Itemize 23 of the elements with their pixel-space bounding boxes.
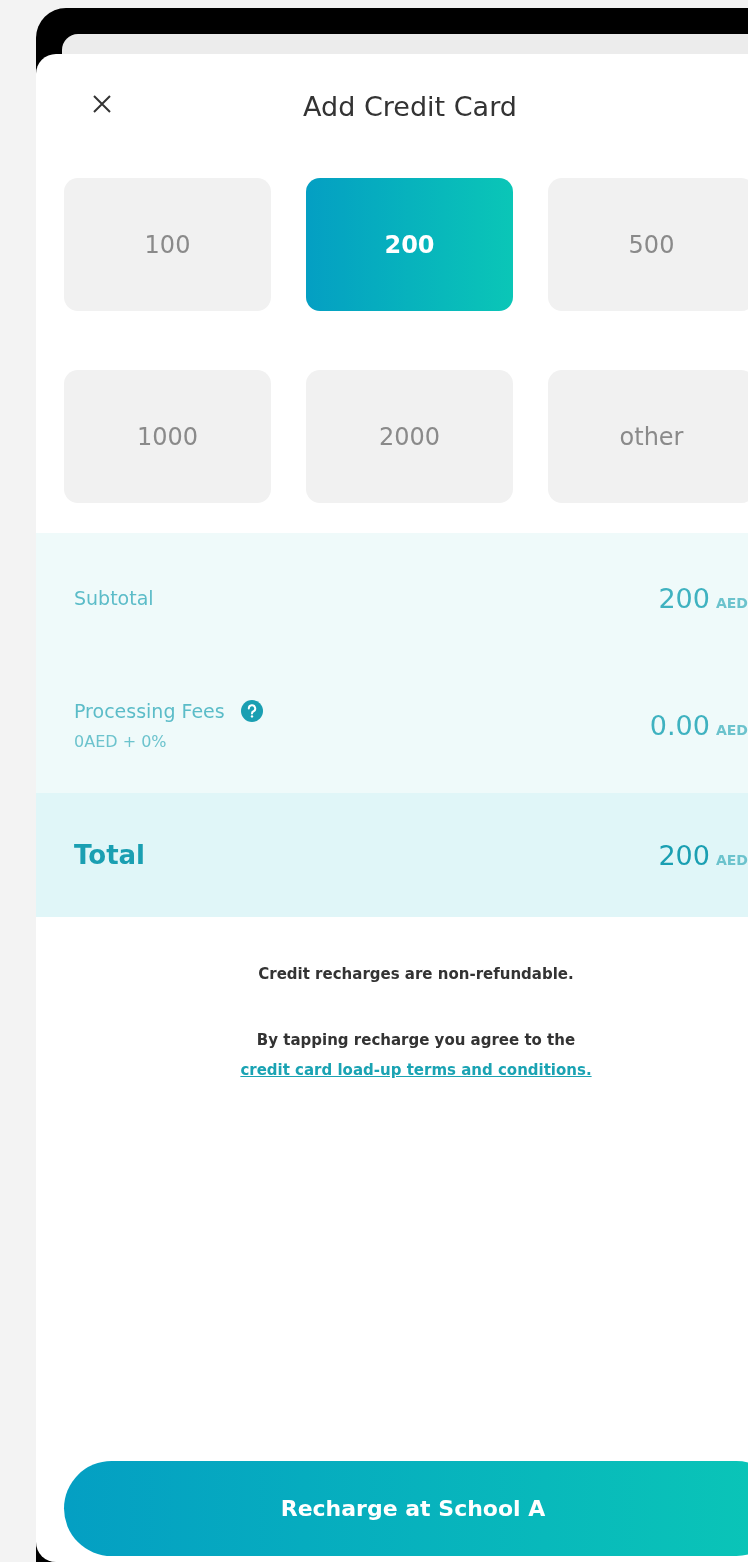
amount-option[interactable]: 1000	[64, 370, 271, 503]
terms-note: By tapping recharge you agree to the credit card load-up terms and conditions.	[239, 1030, 593, 1081]
amount-option[interactable]: other	[548, 370, 748, 503]
recharge-button[interactable]: Recharge at School A	[64, 1461, 748, 1556]
currency-label: AED	[715, 851, 748, 868]
close-icon	[92, 94, 112, 114]
refund-note: Credit recharges are non-refundable.	[258, 964, 574, 985]
help-icon[interactable]	[240, 699, 263, 722]
amount-option[interactable]: 100	[64, 178, 271, 311]
summary-label: Subtotal	[74, 587, 154, 609]
sheet-title: Add Credit Card	[303, 90, 517, 122]
amount-option[interactable]: 500	[548, 178, 748, 311]
currency-label: AED	[715, 594, 748, 611]
summary-label: Total	[74, 840, 146, 870]
fee-detail: 0AED + 0%	[74, 731, 168, 751]
amount-option[interactable]: 2000	[306, 370, 513, 503]
currency-label: AED	[715, 721, 748, 738]
summary-label: Processing Fees	[74, 699, 225, 722]
amount-value: 200	[658, 582, 710, 614]
amount-value: 0.00	[649, 709, 710, 741]
amount-value: 200	[658, 839, 710, 871]
terms-link[interactable]: credit card load-up terms and conditions.	[240, 1061, 592, 1079]
amount-option[interactable]: 200	[306, 178, 513, 311]
